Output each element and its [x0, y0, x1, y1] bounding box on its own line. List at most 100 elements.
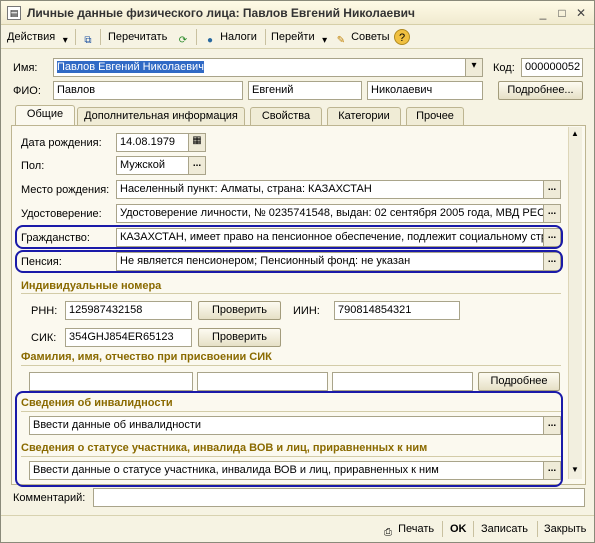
help-icon[interactable]: ?	[394, 29, 410, 45]
sex-select[interactable]: Мужской ...	[116, 156, 206, 175]
calendar-icon[interactable]: ▦	[188, 134, 205, 151]
select-disability-button[interactable]: ...	[543, 417, 560, 434]
goto-menu[interactable]: Перейти ▾	[271, 29, 332, 46]
tips-button[interactable]: ✎ Советы	[334, 29, 390, 46]
sex-label: Пол:	[21, 160, 45, 172]
pension-input[interactable]: Не является пенсионером; Пенсионный фонд…	[116, 252, 561, 271]
person-data-window: ▤ Личные данные физического лица: Павлов…	[0, 0, 595, 543]
minimize-button[interactable]: _	[535, 5, 551, 21]
scroll-up-icon[interactable]: ▲	[571, 129, 579, 138]
check-sik-button[interactable]: Проверить	[198, 328, 281, 347]
taxes-label: Налоги	[220, 31, 257, 43]
birthplace-value: Населенный пункт: Алматы, страна: КАЗАХС…	[120, 183, 372, 195]
middle-name-input[interactable]: Николаевич	[367, 81, 483, 100]
id-document-input[interactable]: Удостоверение личности, № 0235741548, вы…	[116, 204, 561, 223]
citizenship-input[interactable]: КАЗАХСТАН, имеет право на пенсионное обе…	[116, 228, 561, 247]
ok-button[interactable]: OK	[450, 521, 467, 537]
bottom-bar: ⎙ Печать OK Записать Закрыть	[1, 515, 594, 542]
toolbar: Действия ▾ ⧉ Перечитать ⟳ ● Налоги Перей…	[1, 25, 594, 49]
name-input[interactable]: Павлов Евгений Николаевич ▾	[53, 58, 483, 77]
refresh-icon[interactable]: ⟳	[176, 29, 190, 46]
birth-date-input[interactable]: 14.08.1979 ▦	[116, 133, 206, 152]
tab-additional-info[interactable]: Дополнительная информация	[77, 107, 245, 126]
printer-icon: ⎙	[384, 527, 392, 538]
toolbar-separator	[196, 29, 197, 45]
code-input[interactable]: 000000052	[521, 58, 583, 77]
vertical-scrollbar[interactable]: ▲ ▼	[568, 127, 582, 479]
bottom-separator	[537, 521, 538, 537]
reread-button[interactable]: Перечитать	[108, 29, 167, 45]
actions-menu[interactable]: Действия ▾	[7, 29, 72, 46]
sik-middle-name-input[interactable]	[332, 372, 473, 391]
close-window-button[interactable]: ✕	[573, 5, 589, 21]
check-rnn-button[interactable]: Проверить	[198, 301, 281, 320]
tab-other[interactable]: Прочее	[406, 107, 464, 126]
birth-date-value: 14.08.1979	[120, 136, 176, 148]
wwii-status-input[interactable]: Ввести данные о статусе участника, инвал…	[29, 461, 561, 480]
iin-label: ИИН:	[293, 305, 320, 317]
copy-icon[interactable]: ⧉	[81, 29, 95, 46]
maximize-button[interactable]: □	[554, 5, 570, 21]
save-button[interactable]: Записать	[481, 521, 528, 537]
name-label: Имя:	[13, 62, 38, 74]
birthplace-label: Место рождения:	[21, 184, 110, 196]
window-title: Личные данные физического лица: Павлов Е…	[27, 6, 415, 20]
bottom-separator	[442, 521, 443, 537]
tab-properties[interactable]: Свойства	[250, 107, 322, 126]
section-divider	[21, 365, 561, 366]
select-birthplace-button[interactable]: ...	[543, 181, 560, 198]
sex-value: Мужской	[120, 159, 165, 171]
sik-first-name-input[interactable]	[197, 372, 328, 391]
print-label: Печать	[398, 523, 435, 535]
bottom-separator	[473, 521, 474, 537]
tab-categories[interactable]: Категории	[327, 107, 401, 126]
rnn-input[interactable]: 125987432158	[65, 301, 192, 320]
comment-input[interactable]	[93, 488, 585, 507]
form-icon: ▤	[7, 6, 21, 20]
tab-general[interactable]: Общие	[15, 105, 75, 127]
sik-fio-title: Фамилия, имя, отчество при присвоении СИ…	[21, 351, 272, 363]
pension-label: Пенсия:	[21, 256, 62, 268]
code-label: Код:	[493, 62, 515, 74]
dropdown-arrow-icon[interactable]: ▾	[465, 59, 482, 76]
disability-title: Сведения об инвалидности	[21, 397, 173, 409]
dropdown-arrow-icon: ▾	[322, 35, 328, 46]
sik-label: СИК:	[31, 332, 57, 344]
taxes-icon: ●	[206, 35, 214, 46]
birth-date-label: Дата рождения:	[21, 137, 102, 149]
sik-last-name-input[interactable]	[29, 372, 193, 391]
taxes-button[interactable]: ● Налоги	[203, 29, 257, 46]
sik-input[interactable]: 354GHJ854ER65123	[65, 328, 192, 347]
tips-label: Советы	[351, 31, 390, 43]
iin-input[interactable]: 790814854321	[334, 301, 460, 320]
fio-details-button[interactable]: Подробнее...	[498, 81, 583, 100]
disability-input[interactable]: Ввести данные об инвалидности ...	[29, 416, 561, 435]
toolbar-separator	[265, 29, 266, 45]
id-document-value: Удостоверение личности, № 0235741548, вы…	[120, 207, 546, 219]
title-bar[interactable]: ▤ Личные данные физического лица: Павлов…	[1, 1, 594, 25]
toolbar-separator	[100, 29, 101, 45]
select-sex-button[interactable]: ...	[188, 157, 205, 174]
actions-label: Действия	[7, 31, 56, 43]
select-wwii-status-button[interactable]: ...	[543, 462, 560, 479]
section-divider	[21, 456, 561, 457]
id-document-label: Удостоверение:	[21, 208, 102, 220]
toolbar-separator	[75, 29, 76, 45]
sik-fio-details-button[interactable]: Подробнее	[478, 372, 560, 391]
dropdown-arrow-icon: ▾	[62, 35, 68, 46]
select-id-document-button[interactable]: ...	[543, 205, 560, 222]
scroll-down-icon[interactable]: ▼	[571, 465, 579, 474]
tips-icon: ✎	[336, 35, 346, 46]
last-name-input[interactable]: Павлов	[53, 81, 243, 100]
print-button[interactable]: ⎙ Печать	[381, 521, 435, 538]
select-citizenship-button[interactable]: ...	[543, 229, 560, 246]
goto-label: Перейти	[271, 31, 315, 43]
close-button[interactable]: Закрыть	[544, 521, 586, 537]
first-name-input[interactable]: Евгений	[248, 81, 362, 100]
name-value: Павлов Евгений Николаевич	[57, 61, 204, 73]
select-pension-button[interactable]: ...	[543, 253, 560, 270]
birthplace-input[interactable]: Населенный пункт: Алматы, страна: КАЗАХС…	[116, 180, 561, 199]
disability-value: Ввести данные об инвалидности	[33, 419, 202, 431]
citizenship-value: КАЗАХСТАН, имеет право на пенсионное обе…	[120, 231, 547, 243]
pension-value: Не является пенсионером; Пенсионный фонд…	[120, 255, 411, 267]
